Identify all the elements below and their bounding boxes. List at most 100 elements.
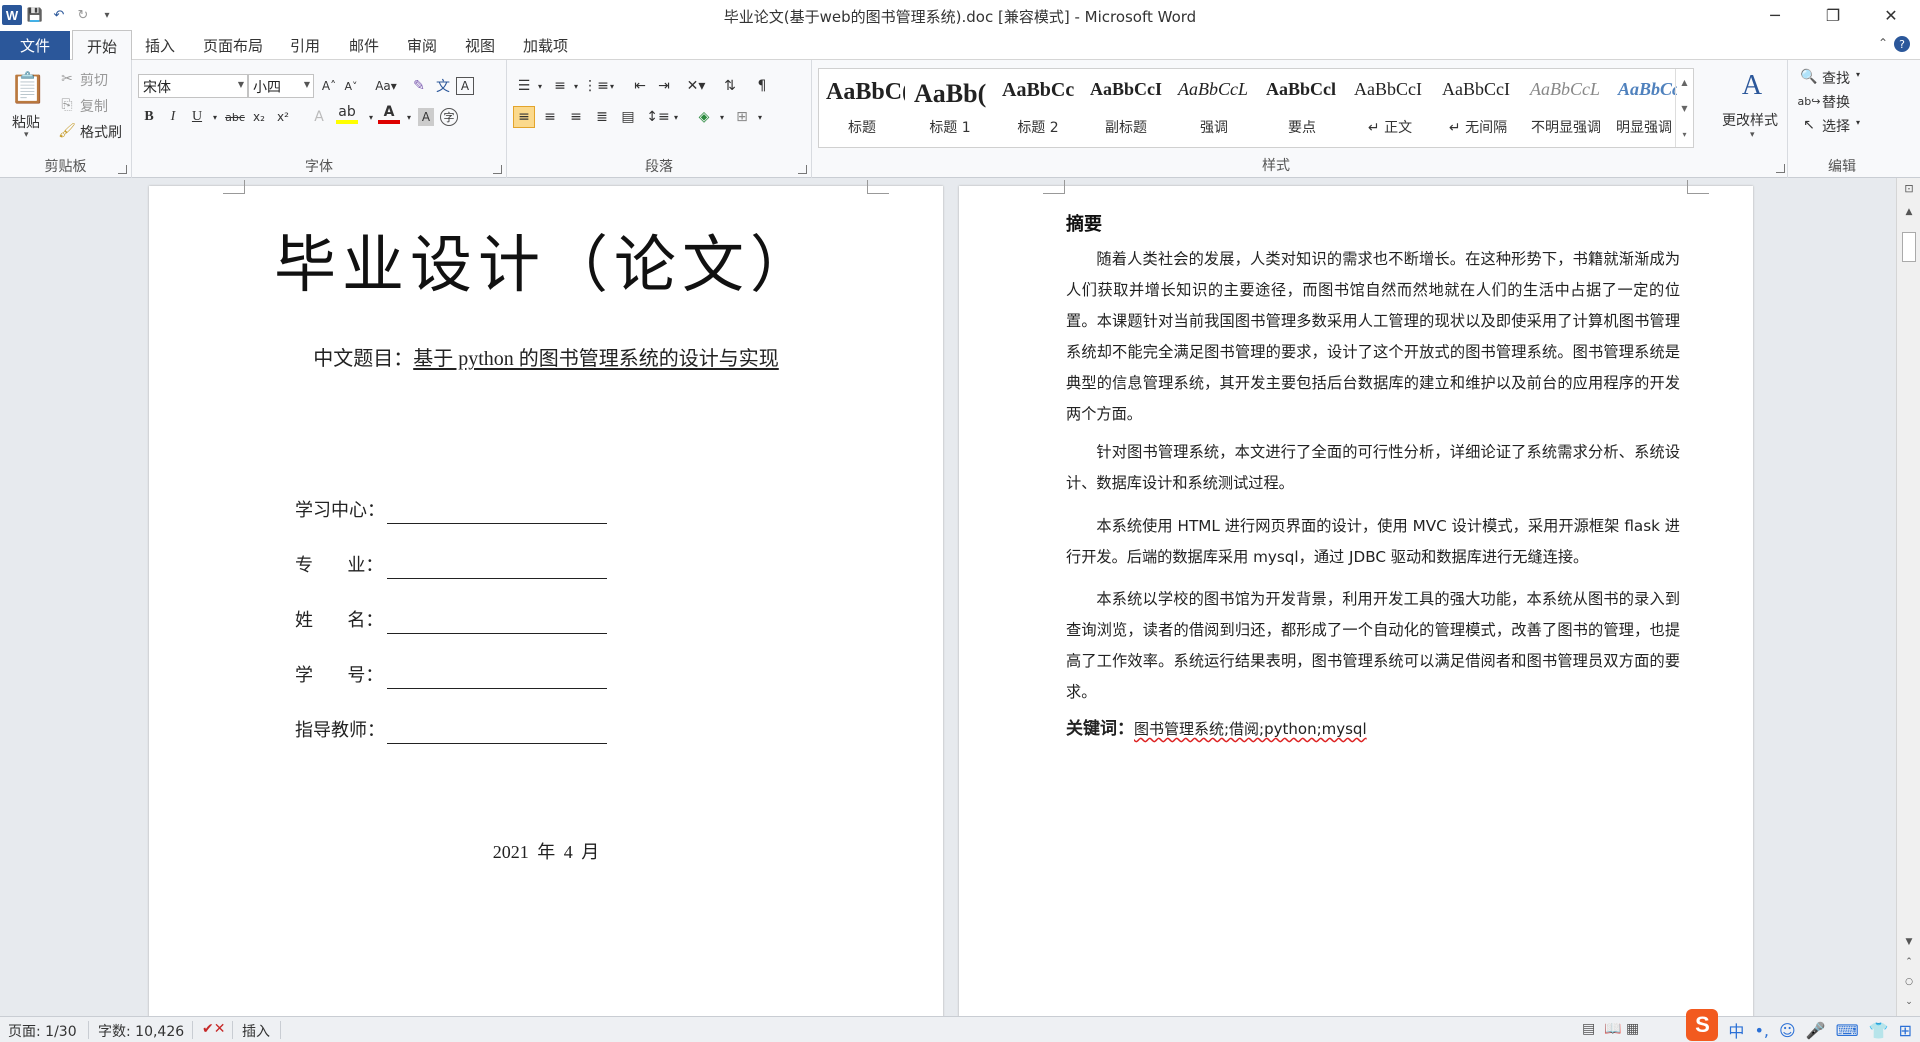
font-name-combo[interactable]: 宋体 ▼ <box>138 74 248 98</box>
page-count[interactable]: 页面: 1/30 <box>8 1021 77 1041</box>
align-right-icon[interactable]: ≡ <box>565 106 587 128</box>
paste-button[interactable]: 粘贴 <box>12 112 40 132</box>
subscript-icon[interactable]: x₂ <box>248 106 270 128</box>
distributed-icon[interactable]: ▤ <box>617 106 639 128</box>
replace-button[interactable]: 替换 <box>1822 92 1850 112</box>
abstract-page[interactable]: 摘要 随着人类社会的发展，人类对知识的需求也不断增长。在这种形势下，书籍就渐渐成… <box>959 180 1753 1016</box>
word-count[interactable]: 字数: 10,426 <box>98 1021 184 1041</box>
select-button[interactable]: 选择 <box>1822 116 1850 136</box>
tab-review[interactable]: 审阅 <box>407 35 437 56</box>
show-formatting-marks-icon[interactable]: ¶ <box>751 75 773 97</box>
highlight-icon[interactable]: ab <box>336 104 358 124</box>
cover-page[interactable]: 毕业设计（论文） 中文题目：基于 python 的图书管理系统的设计与实现 学习… <box>149 180 943 1016</box>
select-dropdown-icon[interactable]: ▾ <box>1856 118 1860 127</box>
sort-icon[interactable]: ⇅ <box>719 75 741 97</box>
paragraph-launcher-icon[interactable] <box>798 165 807 174</box>
clear-formatting-icon[interactable]: ✎ <box>408 75 430 97</box>
emoji-icon[interactable]: ☺ <box>1779 1021 1796 1040</box>
style-intense-emphasis[interactable]: AaBbCcl 明显强调 <box>1611 69 1677 147</box>
align-center-icon[interactable]: ≡ <box>539 106 561 128</box>
tab-mailings[interactable]: 邮件 <box>349 35 379 56</box>
find-button[interactable]: 查找 <box>1822 68 1850 88</box>
gallery-more-icon[interactable]: ▾ <box>1676 121 1693 147</box>
format-painter-icon[interactable]: 🖌 <box>56 120 78 142</box>
multilevel-dropdown-icon[interactable]: ▾ <box>601 75 623 97</box>
cut-icon[interactable]: ✂ <box>56 68 78 90</box>
font-color-icon[interactable]: A <box>378 104 400 124</box>
character-shading-icon[interactable]: A <box>418 108 434 126</box>
style-heading-1[interactable]: AaBb( 标题 1 <box>907 69 993 147</box>
tab-references[interactable]: 引用 <box>290 35 320 56</box>
gallery-down-icon[interactable]: ▼ <box>1676 95 1693 121</box>
scroll-down-icon[interactable]: ▼ <box>1897 932 1920 952</box>
full-screen-reading-icon[interactable]: 📖 <box>1604 1021 1621 1037</box>
minimize-button[interactable]: ─ <box>1746 0 1804 30</box>
web-layout-icon[interactable]: ▦ <box>1626 1021 1639 1037</box>
print-layout-icon[interactable]: ▤ <box>1582 1021 1595 1037</box>
copy-button[interactable]: 复制 <box>80 96 108 116</box>
gallery-scrollbar[interactable]: ▲ ▼ ▾ <box>1675 69 1693 147</box>
vertical-scrollbar[interactable]: ⊡ ▲ ▼ ⌃ ○ ⌄ <box>1896 178 1920 1016</box>
superscript-icon[interactable]: x² <box>272 106 294 128</box>
tab-view[interactable]: 视图 <box>465 35 495 56</box>
tab-insert[interactable]: 插入 <box>145 35 175 56</box>
close-button[interactable]: ✕ <box>1862 0 1920 30</box>
keyboard-icon[interactable]: ⌨ <box>1836 1021 1859 1040</box>
tab-addins[interactable]: 加载项 <box>523 35 568 56</box>
scroll-up-icon[interactable]: ▲ <box>1897 202 1920 222</box>
toolbox-icon[interactable]: ⊞ <box>1899 1021 1912 1040</box>
change-case-icon[interactable]: Aa▾ <box>372 75 400 97</box>
style-normal[interactable]: AaBbCcI ↵ 正文 <box>1347 69 1433 147</box>
justify-icon[interactable]: ≣ <box>591 106 613 128</box>
style-subtle-emphasis[interactable]: AaBbCcL 不明显强调 <box>1523 69 1609 147</box>
align-left-icon[interactable]: ≡ <box>513 106 535 128</box>
paste-dropdown-icon[interactable]: ▾ <box>24 130 29 140</box>
style-no-spacing[interactable]: AaBbCcI ↵ 无间隔 <box>1435 69 1521 147</box>
text-effects-icon[interactable]: A <box>308 106 330 128</box>
style-strong[interactable]: AaBbCcl 要点 <box>1259 69 1345 147</box>
grow-font-icon[interactable]: A˄ <box>318 75 340 97</box>
ime-mode[interactable]: 中 <box>1728 1018 1744 1042</box>
line-spacing-dropdown-icon[interactable]: ▾ <box>665 106 687 128</box>
font-color-dropdown-icon[interactable]: ▾ <box>398 106 420 128</box>
shrink-font-icon[interactable]: A˅ <box>340 75 362 97</box>
punctuation-icon[interactable]: •, <box>1754 1021 1769 1040</box>
ruler-toggle-icon[interactable]: ⊡ <box>1897 178 1920 198</box>
insert-mode[interactable]: 插入 <box>242 1021 270 1041</box>
tab-file[interactable]: 文件 <box>0 31 70 60</box>
help-icon[interactable]: ? <box>1894 36 1910 52</box>
character-border-icon[interactable]: A <box>456 77 474 95</box>
styles-launcher-icon[interactable] <box>1776 164 1785 173</box>
font-launcher-icon[interactable] <box>493 165 502 174</box>
clipboard-launcher-icon[interactable] <box>118 165 127 174</box>
select-cursor-icon[interactable]: ↖ <box>1798 114 1820 136</box>
minimize-ribbon-icon[interactable]: ⌃ <box>1878 36 1888 50</box>
microphone-icon[interactable]: 🎤 <box>1806 1021 1826 1040</box>
cut-button[interactable]: 剪切 <box>80 70 108 90</box>
document-area[interactable]: 毕业设计（论文） 中文题目：基于 python 的图书管理系统的设计与实现 学习… <box>0 178 1896 1016</box>
skin-icon[interactable]: 👕 <box>1869 1021 1889 1040</box>
gallery-up-icon[interactable]: ▲ <box>1676 69 1693 95</box>
previous-page-icon[interactable]: ⌃ <box>1897 952 1920 972</box>
tab-home[interactable]: 开始 <box>72 30 132 61</box>
replace-icon[interactable]: ab↪ <box>1798 90 1821 112</box>
proofing-icon[interactable]: ✔✕ <box>202 1021 225 1037</box>
format-painter-button[interactable]: 格式刷 <box>80 122 122 142</box>
next-page-icon[interactable]: ⌄ <box>1897 992 1920 1012</box>
change-styles-button[interactable]: 更改样式 <box>1722 110 1778 130</box>
tab-page-layout[interactable]: 页面布局 <box>203 35 263 56</box>
strikethrough-icon[interactable]: abc <box>224 106 246 128</box>
restore-button[interactable]: ❐ <box>1804 0 1862 30</box>
phonetic-guide-icon[interactable]: 文 <box>432 75 454 97</box>
find-dropdown-icon[interactable]: ▾ <box>1856 70 1860 79</box>
style-heading-2[interactable]: AaBbCc 标题 2 <box>995 69 1081 147</box>
sogou-logo[interactable]: S <box>1686 1009 1719 1041</box>
borders-dropdown-icon[interactable]: ▾ <box>749 106 771 128</box>
style-emphasis[interactable]: AaBbCcL 强调 <box>1171 69 1257 147</box>
chinese-layout-icon[interactable]: ✕▾ <box>685 75 707 97</box>
scroll-thumb[interactable] <box>1902 232 1916 262</box>
shading-dropdown-icon[interactable]: ▾ <box>711 106 733 128</box>
change-styles-icon[interactable]: A <box>1736 70 1768 102</box>
bold-icon[interactable]: B <box>138 106 160 128</box>
paste-icon[interactable]: 📋 <box>9 68 46 108</box>
